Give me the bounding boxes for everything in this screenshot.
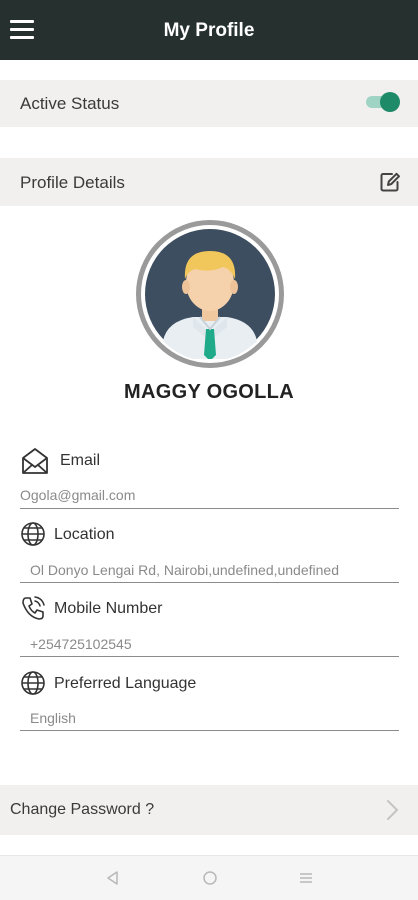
mobile-label: Mobile Number	[54, 600, 163, 617]
change-password-label: Change Password ?	[10, 801, 155, 818]
active-status-toggle[interactable]	[366, 92, 400, 112]
home-icon[interactable]	[200, 868, 220, 888]
language-underline	[20, 730, 399, 731]
email-underline	[20, 508, 399, 509]
system-navigation-bar	[0, 855, 418, 900]
page-title: My Profile	[163, 20, 255, 41]
phone-icon	[20, 595, 46, 621]
language-label: Preferred Language	[54, 675, 197, 692]
location-label: Location	[54, 526, 115, 543]
toggle-knob	[380, 92, 400, 112]
email-value[interactable]: Ogola@gmail.com	[20, 487, 135, 503]
globe-icon	[20, 521, 46, 547]
avatar	[136, 220, 284, 368]
active-status-row: Active Status	[0, 80, 418, 127]
change-password-button[interactable]: Change Password ?	[0, 785, 418, 835]
chevron-right-icon	[386, 799, 400, 821]
edit-icon[interactable]	[378, 170, 402, 194]
profile-details-header: Profile Details	[0, 158, 418, 206]
mobile-underline	[20, 656, 399, 657]
email-label: Email	[60, 452, 101, 469]
location-value[interactable]: Ol Donyo Lengai Rd, Nairobi,undefined,un…	[30, 562, 339, 578]
mobile-value[interactable]: +254725102545	[30, 636, 132, 652]
active-status-label: Active Status	[20, 94, 120, 113]
user-name: MAGGY OGOLLA	[124, 381, 294, 403]
envelope-icon	[20, 446, 48, 474]
avatar-illustration	[145, 229, 275, 359]
profile-details-label: Profile Details	[20, 173, 125, 192]
language-value[interactable]: English	[30, 710, 76, 726]
recent-apps-icon[interactable]	[296, 868, 316, 888]
location-underline	[20, 582, 399, 583]
globe-icon	[20, 670, 46, 696]
top-app-bar: My Profile	[0, 0, 418, 60]
back-icon[interactable]	[103, 868, 123, 888]
